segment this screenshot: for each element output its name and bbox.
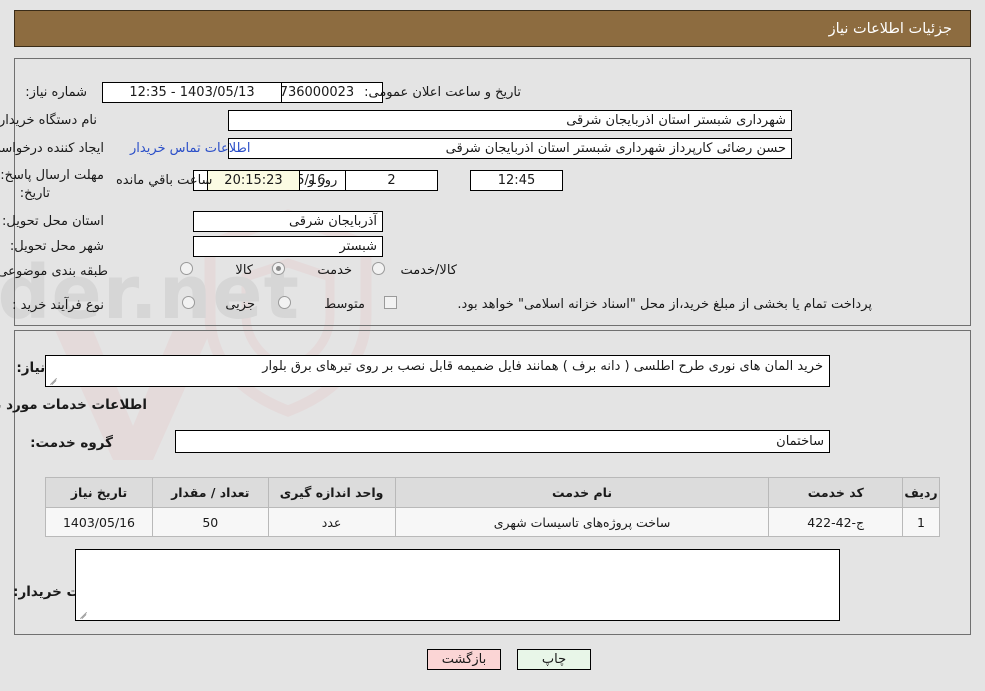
city-label: شهر محل تحویل:: [9, 239, 104, 254]
service-group-label: گروه خدمت:: [30, 435, 113, 451]
treasury-payment-note: پرداخت تمام یا بخشی از مبلغ خرید،از محل …: [457, 297, 872, 312]
radio-category-khedmat-label: خدمت: [317, 263, 352, 278]
buyer-contact-link[interactable]: اطلاعات تماس خریدار: [130, 141, 250, 156]
table-header-row: ردیف کد خدمت نام خدمت واحد اندازه گیری ت…: [45, 477, 940, 508]
province-label: استان محل تحویل:: [2, 214, 104, 229]
cell-date: 1403/05/16: [45, 507, 153, 537]
remaining-time-label: ساعت باقي مانده: [116, 173, 213, 188]
city-value: شبستر: [193, 236, 383, 257]
back-button[interactable]: بازگشت: [427, 649, 501, 670]
col-header-code: کد خدمت: [768, 477, 904, 508]
table-row: 1 ج-42-422 ساخت پروژه‌های تاسیسات شهری ع…: [45, 507, 940, 537]
services-heading: اطلاعات خدمات مورد نیاز: [0, 397, 147, 413]
buyer-org-label: نام دستگاه خریدار:: [0, 113, 97, 128]
col-header-unit: واحد اندازه گیری: [267, 477, 396, 508]
print-button[interactable]: چاپ: [517, 649, 591, 670]
col-header-name: نام خدمت: [394, 477, 770, 508]
cell-unit: عدد: [267, 507, 396, 537]
description-textarea[interactable]: خرید المان های نوری طرح اطلسی ( دانه برف…: [45, 355, 830, 387]
announce-datetime-label: تاریخ و ساعت اعلان عمومی:: [364, 85, 521, 100]
col-header-date: تاریخ نیاز: [45, 477, 153, 508]
radio-process-jozi-label: جزیی: [225, 297, 255, 312]
service-group-value: ساختمان: [175, 430, 830, 453]
radio-process-motavaset-label: متوسط: [324, 297, 365, 312]
requester-value: حسن رضائی کارپرداز شهرداری شبستر استان ا…: [228, 138, 792, 159]
countdown-timer-value: 20:15:23: [207, 170, 300, 191]
radio-category-kala-khedmat-label: کالا/خدمت: [400, 263, 457, 278]
buyer-org-value: شهرداری شبستر استان اذربایجان شرقی: [228, 110, 792, 131]
category-label: طبقه بندی موضوعی:: [0, 264, 108, 279]
radio-category-khedmat[interactable]: [272, 262, 285, 275]
deadline-time-value: 12:45: [470, 170, 563, 191]
radio-process-motavaset[interactable]: [278, 296, 291, 309]
radio-category-kala-khedmat[interactable]: [372, 262, 385, 275]
page-root: جزئیات اطلاعات نیاز شماره نیاز: 11030057…: [0, 0, 985, 691]
cell-quantity: 50: [152, 507, 269, 537]
announce-datetime-value: 1403/05/13 - 12:35: [102, 82, 282, 103]
deadline-label-line1: مهلت ارسال پاسخ: تا: [0, 168, 104, 183]
cell-row: 1: [902, 507, 940, 537]
deadline-label-line2: تاریخ:: [19, 186, 50, 201]
col-header-row: ردیف: [902, 477, 940, 508]
description-text: خرید المان های نوری طرح اطلسی ( دانه برف…: [262, 359, 823, 374]
radio-category-kala-label: کالا: [235, 263, 253, 278]
page-header: جزئیات اطلاعات نیاز: [14, 10, 971, 47]
requester-label: ایجاد کننده درخواست:: [0, 141, 104, 156]
radio-process-jozi[interactable]: [182, 296, 195, 309]
cell-name: ساخت پروژه‌های تاسیسات شهری: [394, 507, 770, 537]
checkbox-treasury-payment[interactable]: [384, 296, 397, 309]
col-header-quantity: تعداد / مقدار: [152, 477, 269, 508]
buyer-notes-textarea[interactable]: [75, 549, 840, 621]
buyer-notes-resize-handle[interactable]: [78, 607, 90, 619]
page-title: جزئیات اطلاعات نیاز: [828, 20, 952, 37]
cell-code: ج-42-422: [768, 507, 904, 537]
description-resize-handle[interactable]: [48, 373, 60, 385]
process-label: نوع فرآیند خرید :: [12, 298, 104, 313]
need-number-label: شماره نیاز:: [25, 85, 87, 100]
days-unit-label: روز و: [308, 173, 338, 188]
services-table: ردیف کد خدمت نام خدمت واحد اندازه گیری ت…: [45, 477, 940, 537]
radio-category-kala[interactable]: [180, 262, 193, 275]
remaining-days-value: 2: [345, 170, 438, 191]
province-value: آذربایجان شرقی: [193, 211, 383, 232]
